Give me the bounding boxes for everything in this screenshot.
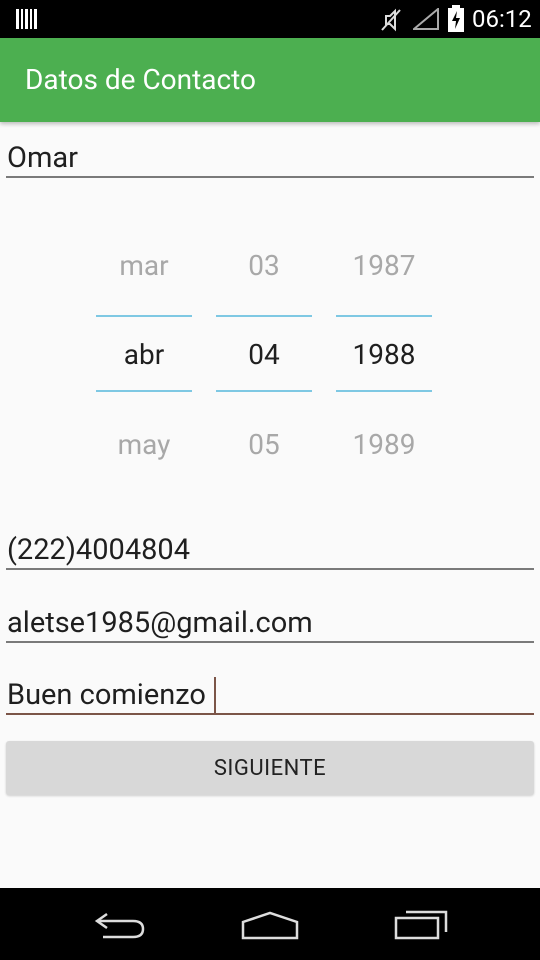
home-icon[interactable] <box>241 910 299 940</box>
description-text: Buen comienzo <box>6 677 534 713</box>
day-divider-bottom <box>216 390 312 392</box>
phone-field[interactable]: (222)4004804 <box>6 532 534 570</box>
mute-icon <box>381 8 401 32</box>
day-next[interactable]: 05 <box>216 427 312 463</box>
recents-icon[interactable] <box>394 910 448 940</box>
day-prev[interactable]: 03 <box>216 248 312 284</box>
email-field[interactable]: aletse1985@gmail.com <box>6 605 534 643</box>
year-divider-bottom <box>336 390 432 392</box>
month-divider-top <box>96 315 192 317</box>
month-next[interactable]: may <box>96 427 192 463</box>
email-value: aletse1985@gmail.com <box>7 606 313 640</box>
next-button[interactable]: SIGUIENTE <box>6 741 534 795</box>
status-bar: 06:12 <box>0 0 540 38</box>
day-divider-top <box>216 315 312 317</box>
barcode-icon <box>16 9 37 29</box>
year-next[interactable]: 1989 <box>336 427 432 463</box>
signal-icon <box>413 8 439 30</box>
battery-icon <box>448 5 464 32</box>
name-value: Omar <box>7 141 78 175</box>
phone-value: (222)4004804 <box>7 533 191 567</box>
month-selected[interactable]: abr <box>96 337 192 373</box>
page-title: Datos de Contacto <box>25 63 256 96</box>
day-selected[interactable]: 04 <box>216 337 312 373</box>
month-prev[interactable]: mar <box>96 248 192 284</box>
year-divider-top <box>336 315 432 317</box>
description-field[interactable]: Buen comienzo <box>6 677 534 715</box>
navigation-bar <box>0 888 540 960</box>
back-icon[interactable] <box>93 910 149 940</box>
year-prev[interactable]: 1987 <box>336 248 432 284</box>
month-divider-bottom <box>96 390 192 392</box>
app-bar: Datos de Contacto <box>0 38 540 122</box>
description-value: Buen comienzo <box>7 678 206 712</box>
status-time: 06:12 <box>472 5 532 33</box>
name-field[interactable]: Omar <box>6 140 534 178</box>
year-selected[interactable]: 1988 <box>336 337 432 373</box>
text-cursor <box>213 677 216 713</box>
